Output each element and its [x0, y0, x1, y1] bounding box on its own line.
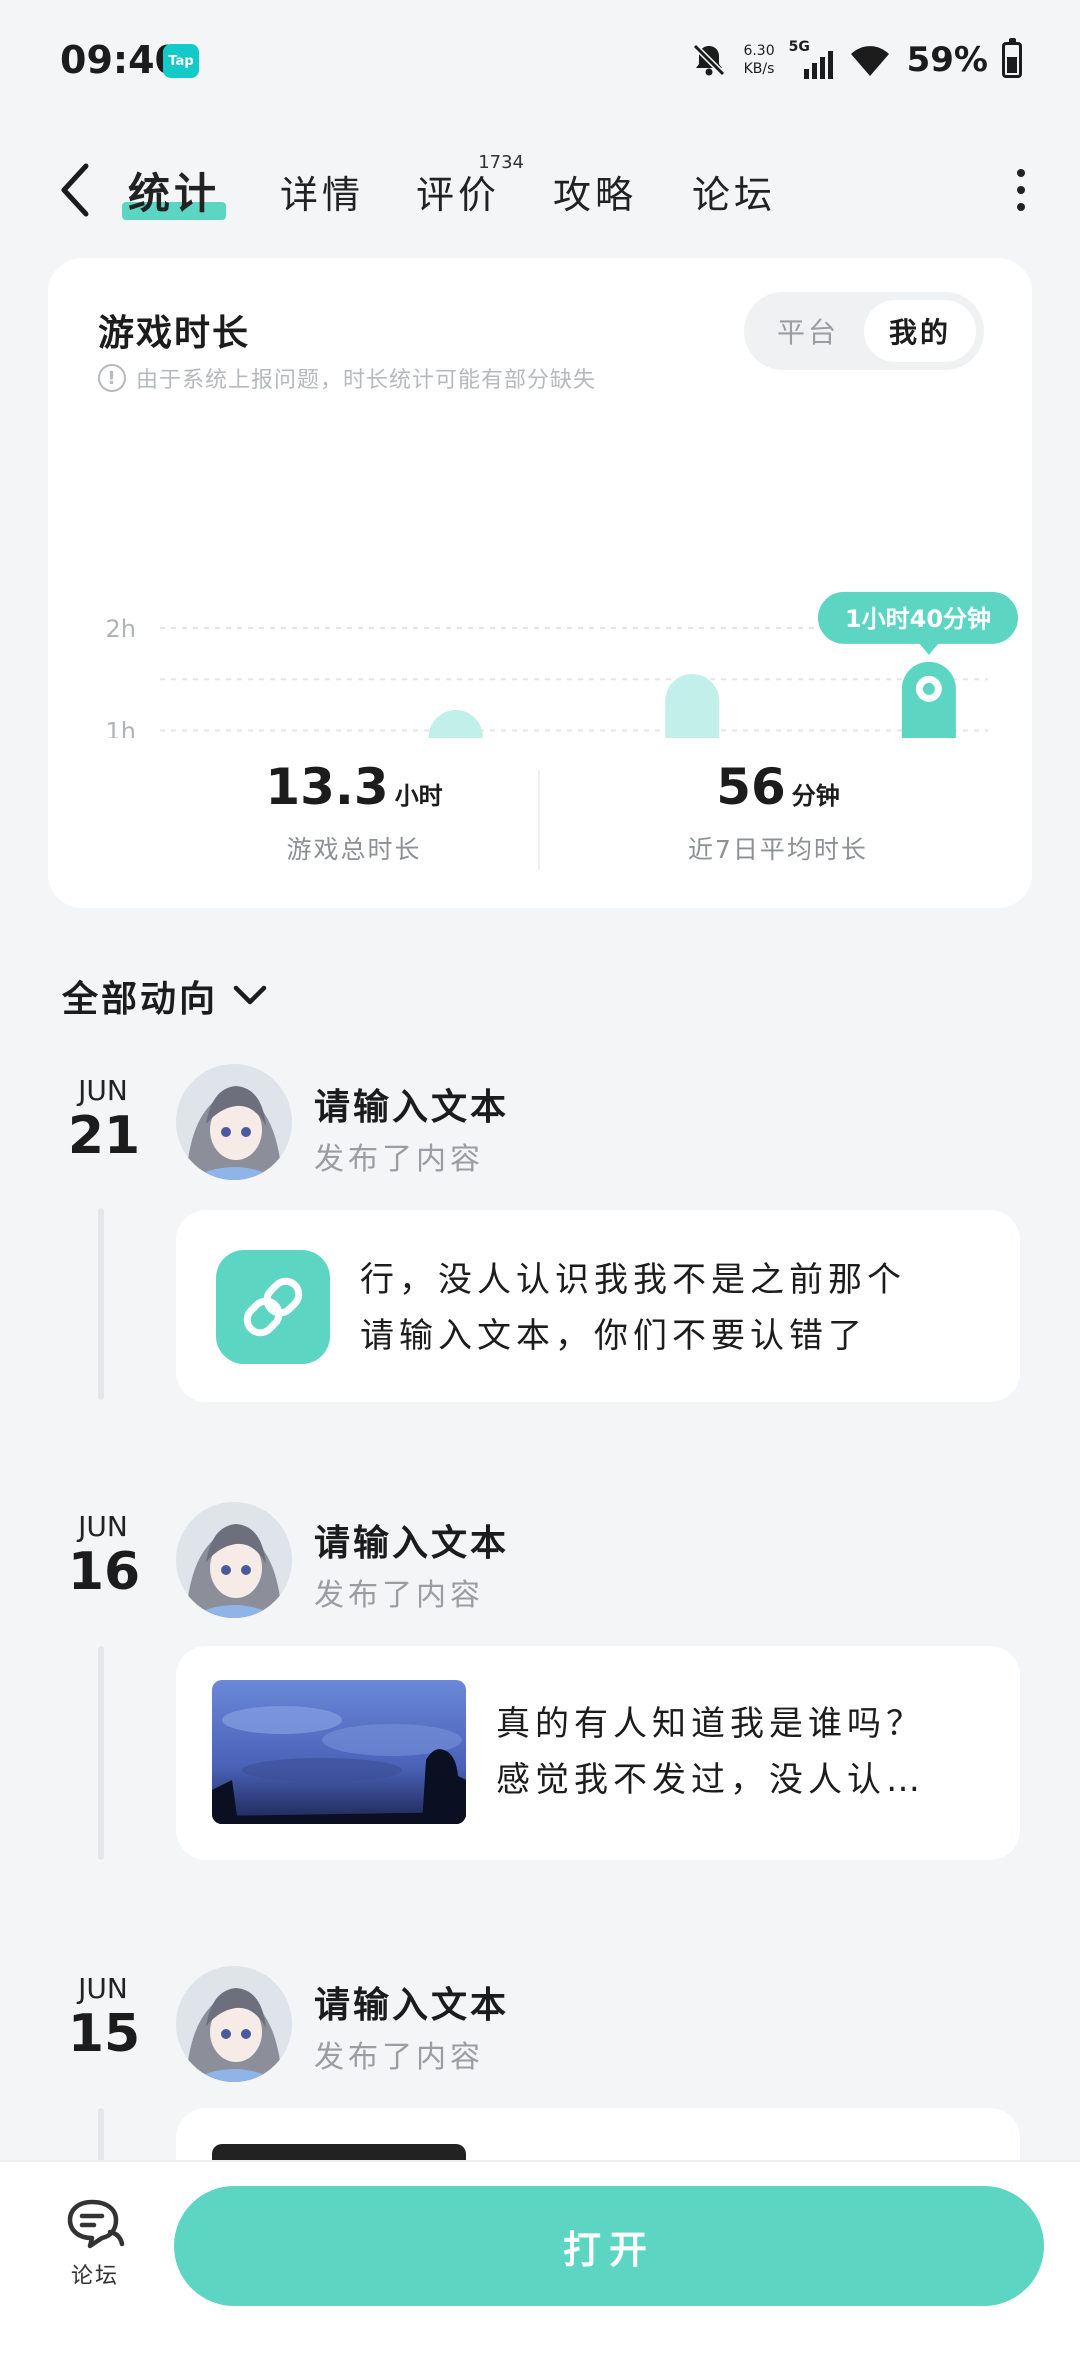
feed-date-day: 16 [67, 1542, 141, 1602]
activity-filter[interactable]: 全部动向 [62, 970, 268, 1022]
post-text: 行，没人认识我我不是之前那个 请输入文本，你们不要认错了 [360, 1252, 906, 1364]
tab-guides[interactable]: 攻略 [553, 164, 637, 219]
tab-reviews[interactable]: 评价 1734 [416, 152, 524, 219]
tab-details[interactable]: 详情 [280, 164, 364, 219]
feed-date-day: 21 [67, 1106, 141, 1166]
tab-stats-label: 统计 [128, 169, 221, 218]
more-dot [1017, 203, 1025, 211]
post-card[interactable]: 行，没人认识我我不是之前那个 请输入文本，你们不要认错了 [176, 1210, 1020, 1402]
status-bar: 09:40 Tap 6.30 KB/s 5G 59% [0, 0, 1080, 120]
total-time-label: 游戏总时长 [286, 835, 422, 864]
source-toggle: 平台 我的 [744, 292, 984, 370]
feed-date-month: JUN [78, 1972, 128, 2005]
post-card[interactable]: 真的有人知道我是谁吗？ 感觉我不发过，没人认… [176, 1646, 1020, 1860]
review-count: 1734 [478, 152, 525, 173]
play-time-title: 游戏时长 [98, 313, 251, 354]
average-time-label: 近7日平均时长 [688, 835, 868, 864]
stats-note-text: 由于系统上报问题，时长统计可能有部分缺失 [136, 368, 597, 393]
toggle-platform[interactable]: 平台 [752, 300, 864, 362]
tap-app-icon: Tap [163, 44, 199, 78]
total-time-stat: 13.3 小时 游戏总时长 [154, 758, 554, 866]
forum-shortcut-label: 论坛 [70, 2264, 119, 2289]
bottom-action-bar: 论坛 打开 [0, 2160, 1080, 2376]
forum-chat-icon [67, 2199, 125, 2249]
user-name[interactable]: 请输入文本 [314, 1976, 509, 2028]
chevron-down-icon [233, 985, 267, 1005]
more-dot [1017, 186, 1025, 194]
link-thumbnail [216, 1250, 330, 1364]
post-text-line: 真的有人知道我是谁吗？ [496, 1704, 925, 1744]
average-time-unit: 分钟 [791, 782, 840, 810]
user-name[interactable]: 请输入文本 [314, 1514, 509, 1566]
post-text-line: 请输入文本，你们不要认错了 [360, 1316, 867, 1356]
link-icon [243, 1277, 303, 1337]
timeline-line [98, 1646, 104, 1860]
feed-date-month: JUN [78, 1510, 128, 1543]
tab-reviews-label: 评价 [416, 173, 501, 217]
avatar[interactable] [176, 1966, 292, 2082]
timeline-line [98, 2108, 104, 2168]
post-image [212, 1680, 466, 1824]
top-nav: 统计 详情 评价 1734 攻略 论坛 [0, 140, 1080, 240]
y-tick-label: 1h [106, 718, 136, 739]
stats-divider [538, 770, 540, 870]
post-text-line: 感觉我不发过，没人认… [496, 1760, 925, 1800]
network-speed: 6.30 KB/s [743, 42, 774, 78]
stats-note: ! 由于系统上报问题，时长统计可能有部分缺失 [98, 362, 596, 394]
toggle-mine[interactable]: 我的 [864, 300, 976, 362]
highlight-tooltip-label: 1小时40分钟 [845, 605, 991, 633]
network-speed-value: 6.30 [743, 43, 775, 59]
forum-shortcut[interactable]: 论坛 [50, 2196, 140, 2290]
total-time-unit: 小时 [394, 782, 443, 810]
y-tick-label: 2h [106, 615, 136, 643]
user-action: 发布了内容 [314, 1578, 484, 1613]
tab-forum[interactable]: 论坛 [692, 164, 776, 219]
user-action: 发布了内容 [314, 1142, 484, 1177]
tab-guides-label: 攻略 [553, 173, 638, 217]
network-speed-unit: KB/s [743, 61, 775, 77]
highlight-dot-center [922, 682, 935, 695]
post-text: 真的有人知道我是谁吗？ 感觉我不发过，没人认… [496, 1696, 925, 1808]
feed-date-day: 15 [67, 2004, 141, 2064]
status-icons: 6.30 KB/s 5G 59% [689, 34, 1022, 86]
tab-forum-label: 论坛 [692, 173, 777, 217]
open-game-button[interactable]: 打开 [174, 2186, 1044, 2306]
battery-percent: 59% [906, 40, 988, 80]
signal-5g-icon: 5G [789, 39, 833, 81]
tab-stats[interactable]: 统计 [128, 160, 220, 221]
play-time-chart: 0h1h2h6/186/196/206/216/226/236/241小时40分… [106, 591, 1018, 739]
average-time-value: 56 [716, 758, 786, 816]
avatar[interactable] [176, 1502, 292, 1618]
user-name[interactable]: 请输入文本 [314, 1078, 509, 1130]
avatar[interactable] [176, 1064, 292, 1180]
more-options-button[interactable] [1006, 162, 1036, 218]
average-time-stat: 56 分钟 近7日平均时长 [578, 758, 978, 866]
back-button[interactable] [50, 158, 100, 222]
total-time-value: 13.3 [265, 758, 389, 816]
chart-bar [665, 674, 720, 738]
info-icon: ! [98, 364, 126, 392]
mute-bell-icon [693, 43, 726, 77]
chevron-left-icon [61, 163, 89, 217]
wifi-icon [850, 46, 889, 76]
more-dot [1017, 169, 1025, 177]
battery-icon [1002, 38, 1022, 78]
post-text-line: 行，没人认识我我不是之前那个 [360, 1260, 906, 1300]
tab-details-label: 详情 [280, 173, 365, 217]
play-time-card: 游戏时长 ! 由于系统上报问题，时长统计可能有部分缺失 平台 我的 0h1h2h… [48, 258, 1032, 908]
user-action: 发布了内容 [314, 2040, 484, 2075]
timeline-line [98, 1208, 104, 1400]
chart-bar [428, 710, 483, 738]
highlight-tooltip-pointer [918, 642, 939, 655]
activity-filter-label: 全部动向 [62, 979, 219, 1020]
feed-date-month: JUN [78, 1074, 128, 1107]
